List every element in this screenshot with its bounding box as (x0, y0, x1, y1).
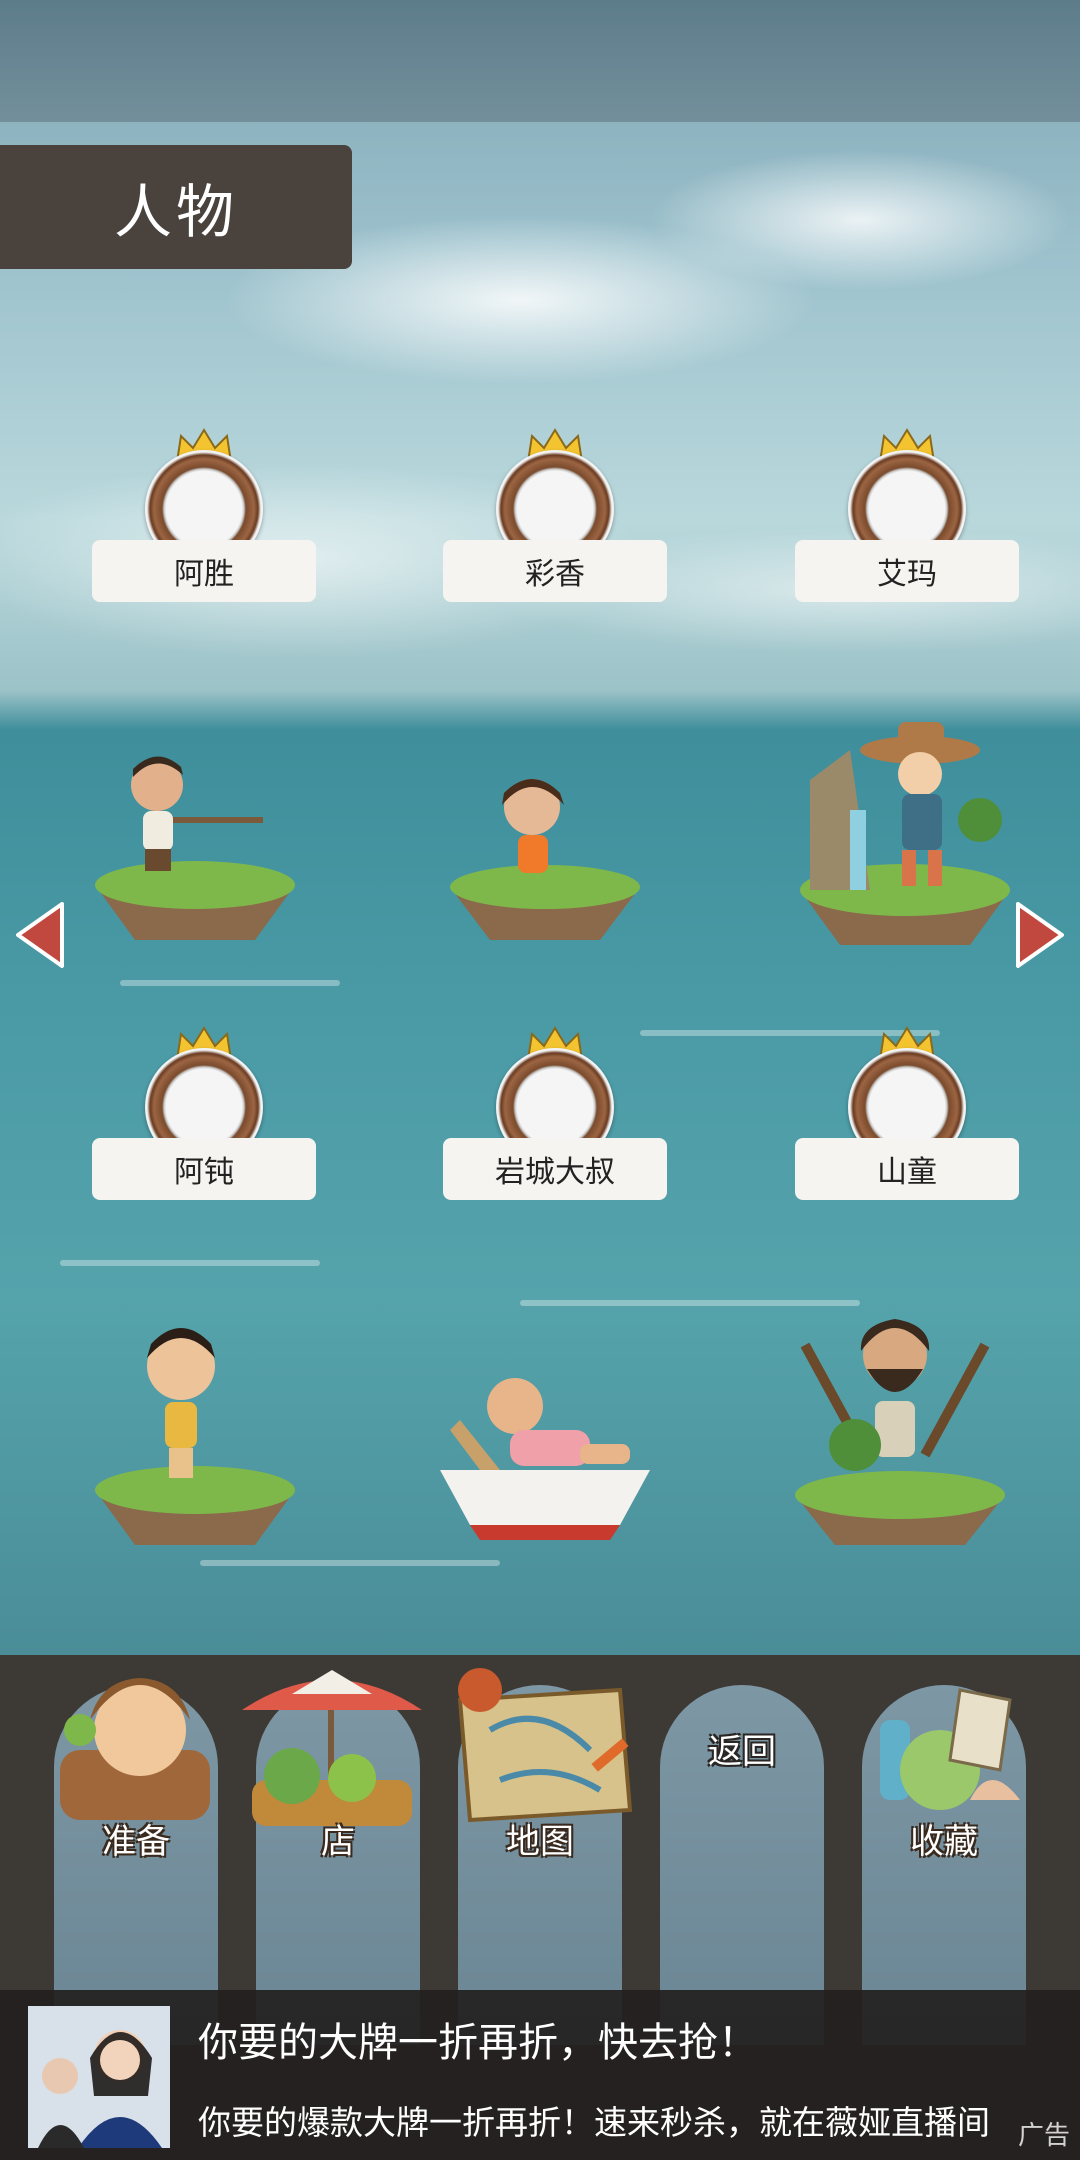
ad-title: 你要的大牌一折再折，快去抢！ (198, 2020, 758, 2066)
sea-wave (120, 980, 340, 986)
sea-wave (60, 1260, 320, 1266)
character-island-iwaki[interactable] (430, 1350, 660, 1550)
character-medal (848, 1026, 966, 1166)
character-card-iwaki[interactable]: 岩城大叔 (443, 1026, 667, 1216)
character-name: 阿钝 (92, 1138, 316, 1200)
character-island-asheng[interactable] (85, 745, 305, 945)
sea-wave (200, 1560, 500, 1566)
page-title: 人物 (0, 145, 352, 269)
map-scroll-icon (457, 1668, 633, 1823)
character-name: 彩香 (443, 540, 667, 602)
character-name: 阿胜 (92, 540, 316, 602)
character-card-emma[interactable]: 艾玛 (795, 428, 1019, 618)
right-arrow-icon[interactable] (1014, 900, 1068, 970)
character-island-caixiang[interactable] (440, 765, 650, 945)
character-medal (145, 1026, 263, 1166)
shop-stall-icon (242, 1670, 422, 1826)
character-island-shandong[interactable] (785, 1305, 1015, 1550)
character-name: 岩城大叔 (443, 1138, 667, 1200)
character-name: 艾玛 (795, 540, 1019, 602)
ad-thumbnail-image[interactable] (28, 2006, 170, 2148)
collection-items-icon (880, 1688, 1020, 1810)
character-island-adun[interactable] (85, 1310, 305, 1550)
left-arrow-icon[interactable] (12, 900, 66, 970)
top-sky-strip (0, 0, 1080, 122)
character-island-emma[interactable] (790, 700, 1020, 950)
character-card-adun[interactable]: 阿钝 (92, 1026, 316, 1216)
character-medal (848, 428, 966, 568)
back-label: 返回 (708, 1732, 776, 1772)
character-medal (496, 1026, 614, 1166)
character-name: 山童 (795, 1138, 1019, 1200)
character-medal (145, 428, 263, 568)
character-card-shandong[interactable]: 山童 (795, 1026, 1019, 1216)
character-medal (496, 428, 614, 568)
ad-tag: 广告 (1017, 2121, 1070, 2151)
ad-subtitle: 你要的爆款大牌一折再折！速来秒杀，就在薇娅直播间 (198, 2103, 990, 2142)
map-label: 地图 (506, 1822, 574, 1862)
ad-portrait-icon (28, 2006, 170, 2148)
character-card-asheng[interactable]: 阿胜 (92, 428, 316, 618)
character-card-caixiang[interactable]: 彩香 (443, 428, 667, 618)
backpack-icon (60, 1678, 210, 1820)
collection-label: 收藏 (910, 1822, 978, 1862)
shop-label: 店 (321, 1822, 355, 1862)
prepare-label: 准备 (102, 1822, 170, 1862)
